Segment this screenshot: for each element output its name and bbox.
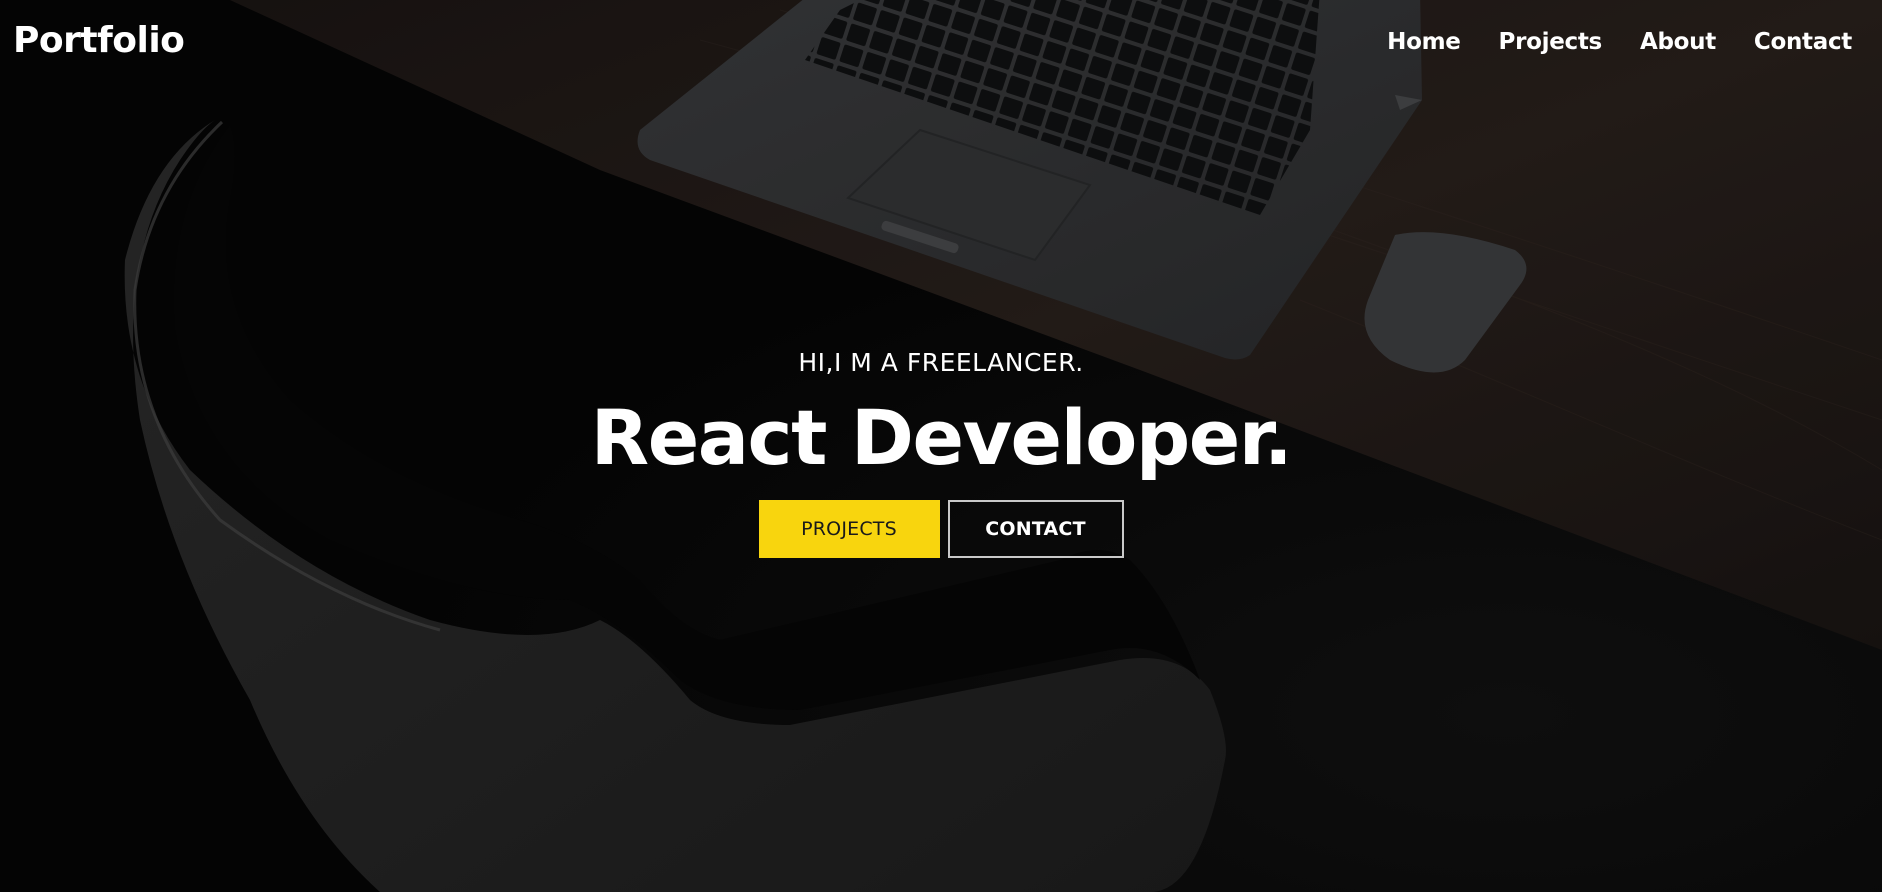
hero-section: HI,I M A FREELANCER. React Developer. PR… [0, 340, 1882, 558]
navbar: Portfolio Home Projects About Contact [0, 0, 1882, 84]
nav-link-projects[interactable]: Projects [1499, 26, 1603, 58]
hero-subtitle: HI,I M A FREELANCER. [798, 348, 1084, 377]
hero-buttons: PROJECTS CONTACT [0, 500, 1882, 558]
projects-button[interactable]: PROJECTS [758, 500, 940, 558]
nav-links: Home Projects About Contact [1387, 26, 1852, 58]
portfolio-page: Portfolio Home Projects About Contact HI… [0, 0, 1882, 892]
nav-link-contact[interactable]: Contact [1754, 26, 1852, 58]
site-logo[interactable]: Portfolio [13, 19, 185, 63]
contact-button[interactable]: CONTACT [947, 500, 1124, 558]
nav-link-about[interactable]: About [1640, 26, 1716, 58]
nav-link-home[interactable]: Home [1387, 26, 1461, 58]
hero-title: React Developer. [590, 393, 1293, 482]
